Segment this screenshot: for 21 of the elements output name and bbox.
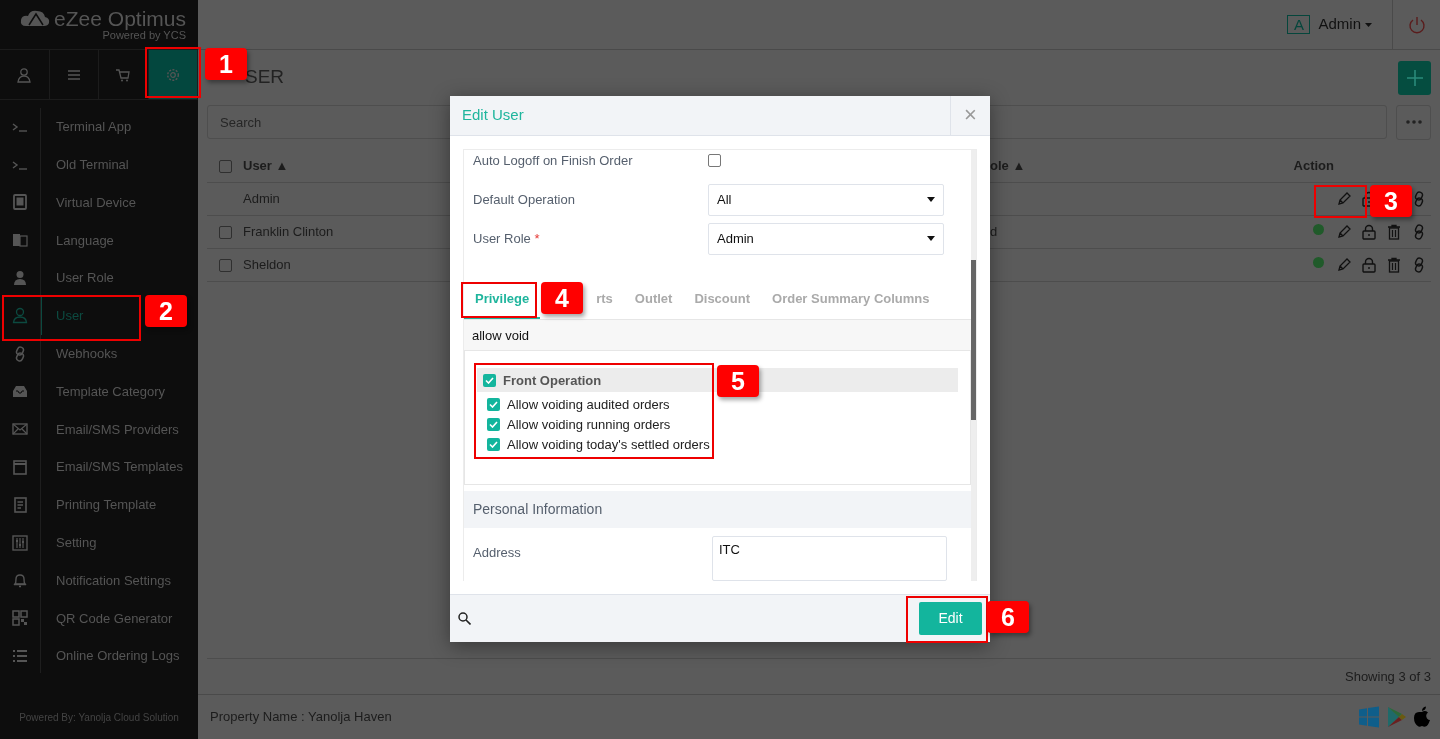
page-title: SER [245,65,285,90]
step-tooltip: 3 [1370,185,1412,217]
step-tooltip: 1 [205,48,247,80]
brand-tagline: Powered by YCS [102,28,186,42]
field-label: Default Operation [473,191,576,209]
field-label: User Role * [473,230,541,248]
step-tooltip: 6 [987,601,1029,633]
step-tooltip: 2 [145,295,187,327]
table-cell: Franklin Clinton [243,224,334,240]
table-cell: Sheldon [243,257,291,273]
field-label: Address [473,544,522,563]
section-title: Personal Information [473,500,603,520]
field-label: Auto Logoff on Finish Order [473,152,634,170]
pagination-info: Showing 3 of 3 [1345,667,1431,686]
modal-title: Edit User [462,105,524,126]
step-tooltip: 5 [717,365,759,397]
column-header: Action [1293,157,1334,176]
table-cell: Admin [243,191,280,207]
step-tooltip: 4 [541,282,583,314]
property-name: Property Name : Yanolja Haven [210,708,392,727]
avatar: A [1287,15,1311,34]
